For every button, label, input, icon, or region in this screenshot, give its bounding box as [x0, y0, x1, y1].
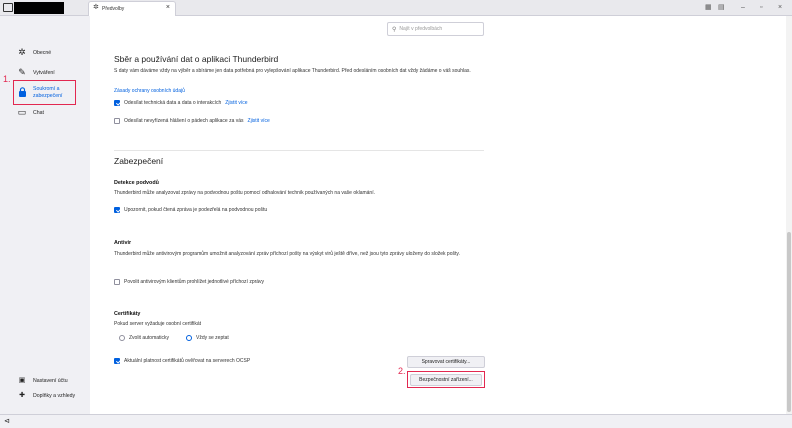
crash-reports-label: Odesílat nevyřízená hlášení o pádech apl…: [124, 118, 244, 124]
ocsp-checkbox-row[interactable]: Aktuální platnost certifikátů ověřovat n…: [114, 358, 250, 364]
certificates-heading: Certifikáty: [114, 311, 141, 317]
scam-detection-description: Thunderbird může analyzovat zprávy na po…: [114, 190, 375, 196]
highlight-box-privacy: [13, 80, 76, 105]
redacted-area: [14, 2, 64, 14]
close-icon[interactable]: ×: [166, 4, 170, 12]
section-title-security: Zabezpečení: [114, 156, 164, 166]
telemetry-learn-more-link[interactable]: Zjistit více: [225, 100, 247, 106]
crash-reports-checkbox-row[interactable]: Odesílat nevyřízená hlášení o pádech apl…: [114, 118, 270, 124]
telemetry-checkbox[interactable]: [114, 100, 120, 106]
sidebar-item-label: Obecné: [33, 49, 52, 56]
section-divider: [114, 150, 484, 151]
mail-icon[interactable]: [3, 3, 13, 12]
highlight-box-security-devices: [407, 371, 485, 388]
scam-warning-checkbox[interactable]: [114, 207, 120, 213]
antivirus-checkbox[interactable]: [114, 279, 120, 285]
scrollbar-thumb[interactable]: [787, 232, 791, 412]
gear-icon: ✲: [93, 4, 99, 11]
antivirus-heading: Antivir: [114, 240, 132, 246]
minimize-button[interactable]: –: [741, 3, 745, 12]
certificates-prompt: Pokud server vyžaduje osobní certifikát: [114, 321, 201, 327]
sidebar-item-label: Chat: [33, 109, 44, 116]
addons-icon: ✚: [19, 392, 25, 399]
tasks-icon[interactable]: ▤: [718, 3, 725, 12]
title-bar: ✲ Předvolby × ▦ ▤ – ▫ ×: [0, 0, 792, 16]
privacy-link-row: Zásady ochrany osobních údajů: [114, 86, 484, 96]
scam-detection-heading: Detekce podvodů: [114, 180, 159, 186]
ocsp-label: Aktuální platnost certifikátů ověřovat n…: [124, 358, 251, 364]
sidebar-item-chat[interactable]: ▭ Chat: [17, 108, 44, 117]
account-settings-icon: ▣: [18, 377, 26, 384]
sidebar-item-label: Vytváření: [33, 69, 55, 76]
chat-icon: ▭: [17, 107, 27, 117]
cert-radio-auto-row[interactable]: Zvolit automaticky: [119, 335, 169, 341]
sidebar-item-label: Nastavení účtu: [33, 377, 68, 384]
telemetry-label: Odesílat technická data a data o interak…: [124, 100, 222, 106]
status-bar: ⊲: [0, 414, 792, 428]
search-input[interactable]: ⚲ Najít v předvolbách: [387, 22, 484, 36]
maximize-button[interactable]: ▫: [760, 3, 762, 12]
privacy-policy-link[interactable]: Zásady ochrany osobních údajů: [114, 88, 185, 94]
tab-label: Předvolby: [102, 6, 125, 12]
antivirus-label: Povolit antivirovým klientům prohlížet j…: [124, 279, 265, 285]
section-title-data-collection: Sběr a používání dat o aplikaci Thunderb…: [114, 54, 279, 64]
cert-radio-ask[interactable]: [186, 335, 192, 341]
data-collection-description: S daty vám dáváme vždy na výběr a sbírám…: [114, 68, 471, 74]
annotation-step-2: 2.: [398, 366, 406, 376]
cert-radio-auto[interactable]: [119, 335, 125, 341]
crash-reports-checkbox[interactable]: [114, 118, 120, 124]
cert-radio-ask-row[interactable]: Vždy se zeptat: [186, 335, 229, 341]
gear-icon: ✲: [18, 47, 26, 57]
telemetry-checkbox-row[interactable]: Odesílat technická data a data o interak…: [114, 100, 248, 106]
window-close-button[interactable]: ×: [778, 3, 782, 12]
cert-radio-ask-label: Vždy se zeptat: [196, 335, 229, 341]
sidebar-item-account-settings[interactable]: ▣ Nastavení účtu: [17, 376, 68, 385]
annotation-step-1: 1.: [3, 74, 11, 84]
activity-icon[interactable]: ⊲: [4, 417, 10, 426]
scam-warning-checkbox-row[interactable]: Upozornit, pokud čtená zpráva je podezře…: [114, 207, 267, 213]
scam-warning-label: Upozornit, pokud čtená zpráva je podezře…: [124, 207, 268, 213]
calendar-icon[interactable]: ▦: [705, 3, 712, 12]
ocsp-checkbox[interactable]: [114, 358, 120, 364]
tab-settings[interactable]: ✲ Předvolby ×: [88, 1, 176, 16]
sidebar-item-composition[interactable]: ✎ Vytváření: [17, 68, 55, 77]
cert-radio-auto-label: Zvolit automaticky: [129, 335, 170, 341]
manage-certificates-button[interactable]: Spravovat certifikáty...: [407, 356, 485, 368]
sidebar-item-general[interactable]: ✲ Obecné: [17, 48, 51, 57]
search-icon: ⚲: [392, 26, 397, 33]
search-placeholder: Najít v předvolbách: [399, 26, 443, 32]
sidebar-item-addons[interactable]: ✚ Doplňky a vzhledy: [17, 391, 75, 400]
antivirus-checkbox-row[interactable]: Povolit antivirovým klientům prohlížet j…: [114, 279, 264, 285]
crash-reports-learn-more-link[interactable]: Zjistit více: [248, 118, 270, 124]
sidebar-item-label: Doplňky a vzhledy: [33, 392, 76, 399]
pen-icon: ✎: [18, 67, 26, 77]
antivirus-description: Thunderbird může antivirovým programům u…: [114, 251, 460, 257]
